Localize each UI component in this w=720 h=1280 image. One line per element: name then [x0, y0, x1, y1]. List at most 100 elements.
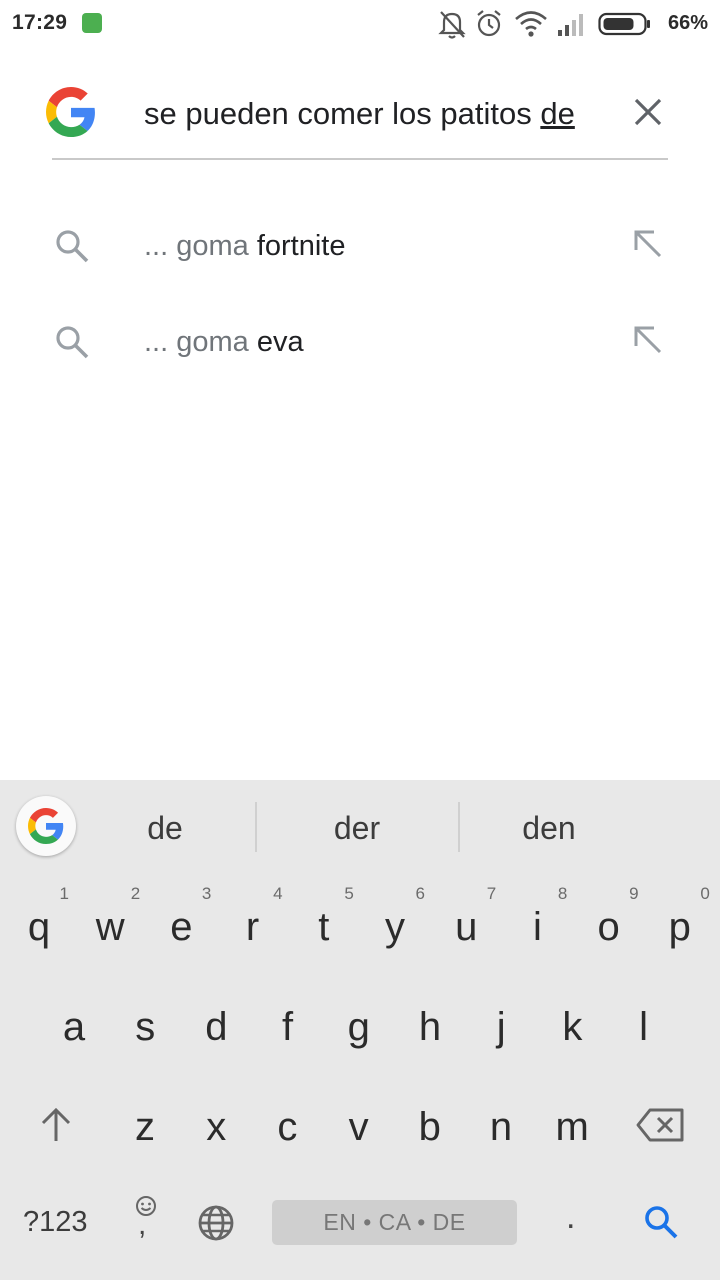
status-time: 17:29: [12, 11, 68, 34]
key-q[interactable]: q1: [3, 878, 75, 978]
suggestion-prefix: ... goma: [144, 326, 257, 358]
word-suggestion[interactable]: der: [267, 808, 447, 848]
search-icon: [56, 230, 89, 263]
key-hint: 4: [273, 884, 283, 903]
key-hint: 8: [557, 884, 568, 903]
key-label: n: [489, 1105, 513, 1149]
key-hint: 5: [344, 884, 354, 903]
key-l[interactable]: l: [608, 978, 680, 1078]
key-label: l: [639, 1005, 649, 1049]
search-input[interactable]: se pueden comer los patitos de: [144, 94, 584, 134]
key-label: j: [496, 1005, 506, 1049]
key-hint: 9: [629, 884, 639, 903]
key-label: m: [555, 1105, 589, 1149]
key-hint: 7: [486, 884, 497, 903]
key-i[interactable]: i8: [501, 878, 573, 978]
word-suggestion[interactable]: den: [459, 808, 639, 848]
key-n[interactable]: n: [465, 1078, 537, 1178]
key-label: a: [62, 1005, 86, 1049]
search-bar: se pueden comer los patitos de: [0, 60, 720, 160]
signal-icon: [558, 14, 583, 36]
key-hint: 1: [59, 884, 69, 903]
key-label: k: [562, 1005, 583, 1049]
suggestion-item[interactable]: ... goma fortnite: [0, 198, 720, 294]
shift-key[interactable]: [38, 1105, 74, 1145]
search-icon: [56, 326, 89, 359]
key-h[interactable]: h: [394, 978, 466, 1078]
arrow-up-left-icon[interactable]: [630, 226, 666, 262]
suggestion-completion: fortnite: [256, 230, 346, 262]
key-o[interactable]: o9: [573, 878, 645, 978]
key-f[interactable]: f: [252, 978, 324, 1078]
comma-label: ,: [138, 1208, 147, 1241]
key-p[interactable]: p0: [644, 878, 716, 978]
suggestion-completion: eva: [256, 326, 304, 358]
key-label: i: [532, 905, 542, 949]
key-v[interactable]: v: [323, 1078, 395, 1178]
key-w[interactable]: w2: [74, 878, 146, 978]
word-suggestion[interactable]: de: [75, 808, 255, 848]
status-icons: 66%: [438, 8, 708, 40]
key-label: g: [347, 1005, 370, 1049]
alarm-icon: [477, 10, 501, 37]
key-label: d: [205, 1005, 228, 1049]
search-icon[interactable]: [643, 1204, 679, 1240]
globe-icon[interactable]: [196, 1203, 236, 1243]
space-bar[interactable]: EN • CA • DE: [272, 1200, 517, 1245]
key-k[interactable]: k: [536, 978, 608, 1078]
key-label: t: [318, 905, 330, 949]
android-app-icon: [82, 13, 102, 33]
key-hint: 0: [700, 884, 710, 903]
period-key[interactable]: .: [566, 1198, 575, 1237]
key-label: z: [135, 1105, 155, 1149]
key-j[interactable]: j: [465, 978, 537, 1078]
battery-percent: 66%: [667, 12, 708, 34]
query-text: se pueden comer los patitos: [144, 96, 541, 131]
key-z[interactable]: z: [109, 1078, 181, 1178]
key-u[interactable]: u7: [430, 878, 502, 978]
key-r[interactable]: r4: [217, 878, 289, 978]
emoji-comma-key[interactable]: ,: [130, 1194, 162, 1244]
key-label: w: [95, 905, 125, 949]
symbols-key[interactable]: ?123: [23, 1206, 88, 1239]
backspace-key[interactable]: [636, 1107, 686, 1143]
google-logo-icon: [28, 808, 64, 844]
strip-divider: [255, 802, 257, 852]
google-logo-icon: [46, 87, 95, 137]
keyboard-suggestion-strip: de der den: [0, 780, 720, 870]
key-label: p: [668, 905, 691, 949]
key-label: y: [385, 905, 405, 949]
suggestion-prefix: ... goma: [144, 230, 257, 262]
suggestion-item[interactable]: ... goma eva: [0, 294, 720, 390]
close-icon[interactable]: [628, 92, 668, 132]
suggestion-text: ... goma eva: [144, 322, 304, 362]
battery-icon: [598, 12, 650, 36]
key-label: x: [206, 1105, 227, 1149]
key-d[interactable]: d: [180, 978, 252, 1078]
key-label: h: [418, 1005, 442, 1049]
key-label: e: [170, 905, 193, 949]
key-a[interactable]: a: [38, 978, 110, 1078]
key-s[interactable]: s: [109, 978, 181, 1078]
suggestion-text: ... goma fortnite: [144, 226, 346, 266]
key-y[interactable]: y6: [359, 878, 431, 978]
keyboard: de der den ?123 , EN • CA • DE . q 1 w 2…: [0, 780, 720, 1280]
key-b[interactable]: b: [394, 1078, 466, 1178]
wifi-icon: [515, 11, 547, 37]
key-label: u: [455, 905, 478, 949]
key-m[interactable]: m: [536, 1078, 608, 1178]
key-c[interactable]: c: [251, 1078, 323, 1178]
arrow-up-left-icon[interactable]: [630, 322, 666, 358]
key-label: q: [27, 905, 51, 949]
key-x[interactable]: x: [180, 1078, 252, 1178]
key-e[interactable]: e3: [145, 878, 217, 978]
key-label: c: [277, 1105, 298, 1149]
key-hint: 3: [201, 884, 212, 903]
status-bar: 17:29 66%: [0, 0, 720, 50]
key-g[interactable]: g: [323, 978, 395, 1078]
key-label: b: [418, 1105, 441, 1149]
search-underline: [52, 158, 668, 160]
key-t[interactable]: t5: [288, 878, 360, 978]
keyboard-google-button[interactable]: [16, 796, 76, 856]
key-label: f: [282, 1005, 294, 1049]
